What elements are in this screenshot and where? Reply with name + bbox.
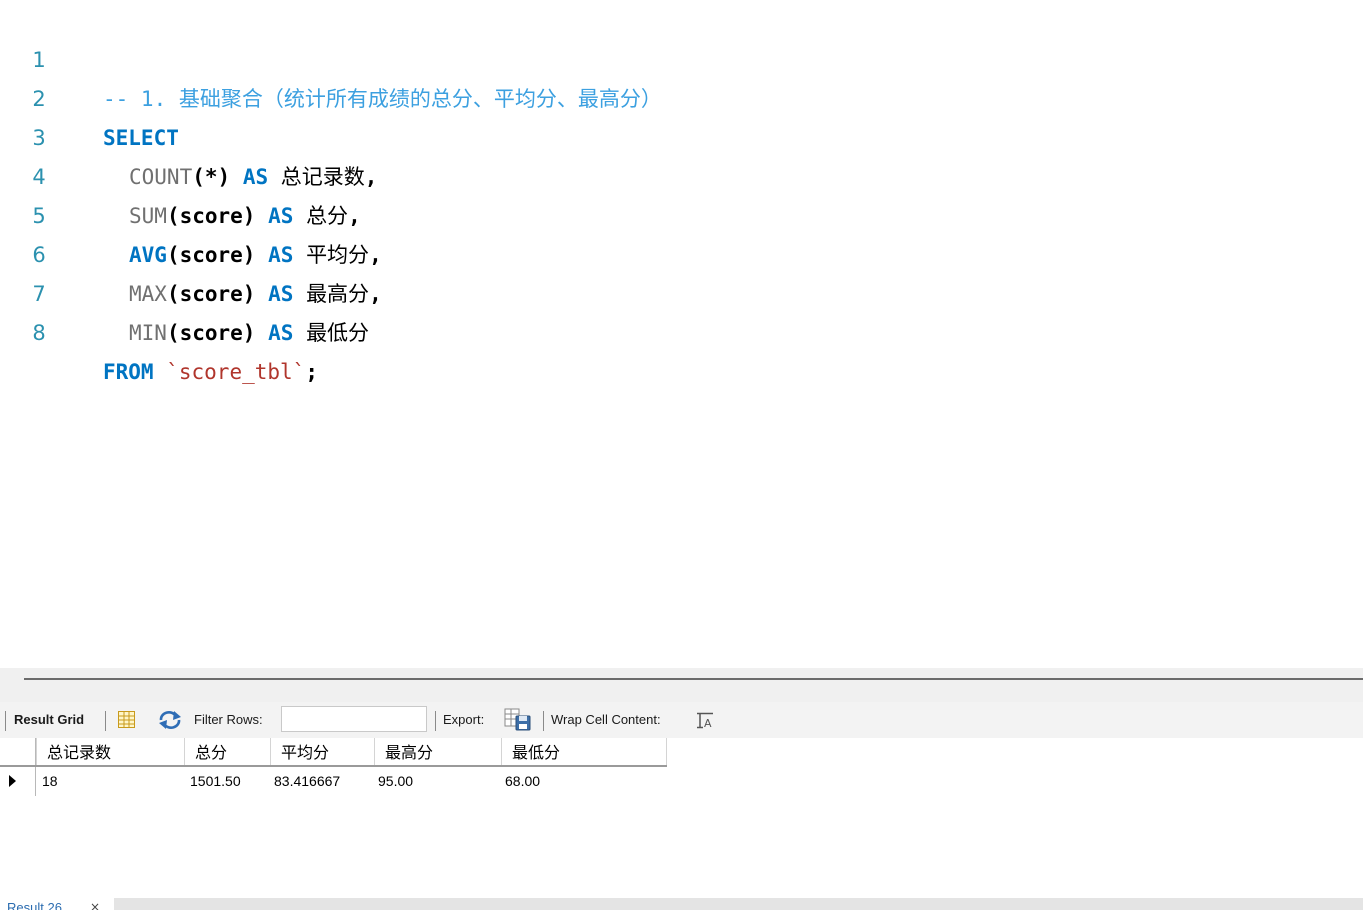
- result-grid-tab[interactable]: Result Grid: [14, 702, 84, 738]
- grid-header: 总记录数 总分 平均分 最高分 最低分: [0, 738, 667, 767]
- result-grid[interactable]: 总记录数 总分 平均分 最高分 最低分 18 1501.50 83.416667…: [0, 738, 1363, 898]
- code-line-6[interactable]: 6 MAX(score) AS 最高分,: [0, 197, 1363, 306]
- grid-view-icon[interactable]: [117, 710, 136, 732]
- code-line-7[interactable]: 7 MIN(score) AS 最低分: [0, 236, 1363, 345]
- sql-keyword-as: AS: [268, 321, 294, 345]
- sql-function: MIN: [129, 321, 167, 345]
- toolbar-divider: [543, 711, 544, 731]
- sql-args: (score): [166, 321, 256, 345]
- code-line-1[interactable]: 1 -- 1. 基础聚合（统计所有成绩的总分、平均分、最高分）: [0, 2, 1363, 111]
- close-icon[interactable]: ×: [90, 900, 100, 910]
- workbench-window: 1 -- 1. 基础聚合（统计所有成绩的总分、平均分、最高分） 2 SELECT…: [0, 0, 1363, 910]
- code-line-5[interactable]: 5 AVG(score) AS 平均分,: [0, 158, 1363, 267]
- table-cell[interactable]: 18: [42, 767, 58, 795]
- svg-text:A: A: [704, 717, 712, 729]
- sql-semicolon: ;: [305, 360, 318, 384]
- table-cell[interactable]: 68.00: [505, 767, 540, 795]
- wrap-text-icon[interactable]: A: [696, 712, 714, 732]
- panel-splitter[interactable]: [0, 668, 1363, 702]
- wrap-cell-content-label: Wrap Cell Content:: [551, 712, 661, 727]
- table-cell[interactable]: 95.00: [378, 767, 413, 795]
- result-tab-label: Result 26: [7, 900, 62, 910]
- toolbar-divider: [105, 711, 106, 731]
- result-toolbar: Result Grid Filter Rows: Export: Wrap Ce…: [0, 702, 1363, 738]
- result-tabbar: Result 26 ×: [0, 898, 1363, 910]
- code-line-4[interactable]: 4 SUM(score) AS 总分,: [0, 119, 1363, 228]
- sql-keyword-from: FROM: [103, 360, 154, 384]
- table-cell[interactable]: 1501.50: [190, 767, 241, 795]
- code-line-3[interactable]: 3 COUNT(*) AS 总记录数,: [0, 80, 1363, 189]
- sql-table-name: `score_tbl`: [166, 360, 306, 384]
- current-row-indicator-icon: [9, 775, 16, 787]
- sql-alias: 最低分: [306, 321, 370, 345]
- code-line-2[interactable]: 2 SELECT: [0, 41, 1363, 150]
- column-header[interactable]: 最低分: [501, 738, 667, 765]
- export-label: Export:: [443, 712, 485, 727]
- sql-editor[interactable]: 1 -- 1. 基础聚合（统计所有成绩的总分、平均分、最高分） 2 SELECT…: [0, 0, 1363, 668]
- splitter-line: [24, 678, 1363, 680]
- result-tab[interactable]: Result 26 ×: [0, 898, 114, 910]
- column-header[interactable]: 平均分: [270, 738, 374, 765]
- code-line-8[interactable]: 8 FROM `score_tbl`;: [0, 275, 1363, 384]
- column-header[interactable]: 最高分: [374, 738, 501, 765]
- table-cell[interactable]: 83.416667: [274, 767, 340, 795]
- line-number: 8: [32, 321, 46, 345]
- filter-rows-input[interactable]: [281, 706, 427, 732]
- column-header[interactable]: 总分: [184, 738, 270, 765]
- toolbar-divider: [5, 711, 6, 731]
- export-icon[interactable]: [503, 707, 533, 734]
- table-row[interactable]: 18 1501.50 83.416667 95.00 68.00: [0, 767, 667, 795]
- refresh-icon[interactable]: [157, 710, 183, 733]
- column-header[interactable]: 总记录数: [36, 738, 184, 765]
- toolbar-divider: [435, 711, 436, 731]
- filter-rows-label: Filter Rows:: [194, 712, 263, 727]
